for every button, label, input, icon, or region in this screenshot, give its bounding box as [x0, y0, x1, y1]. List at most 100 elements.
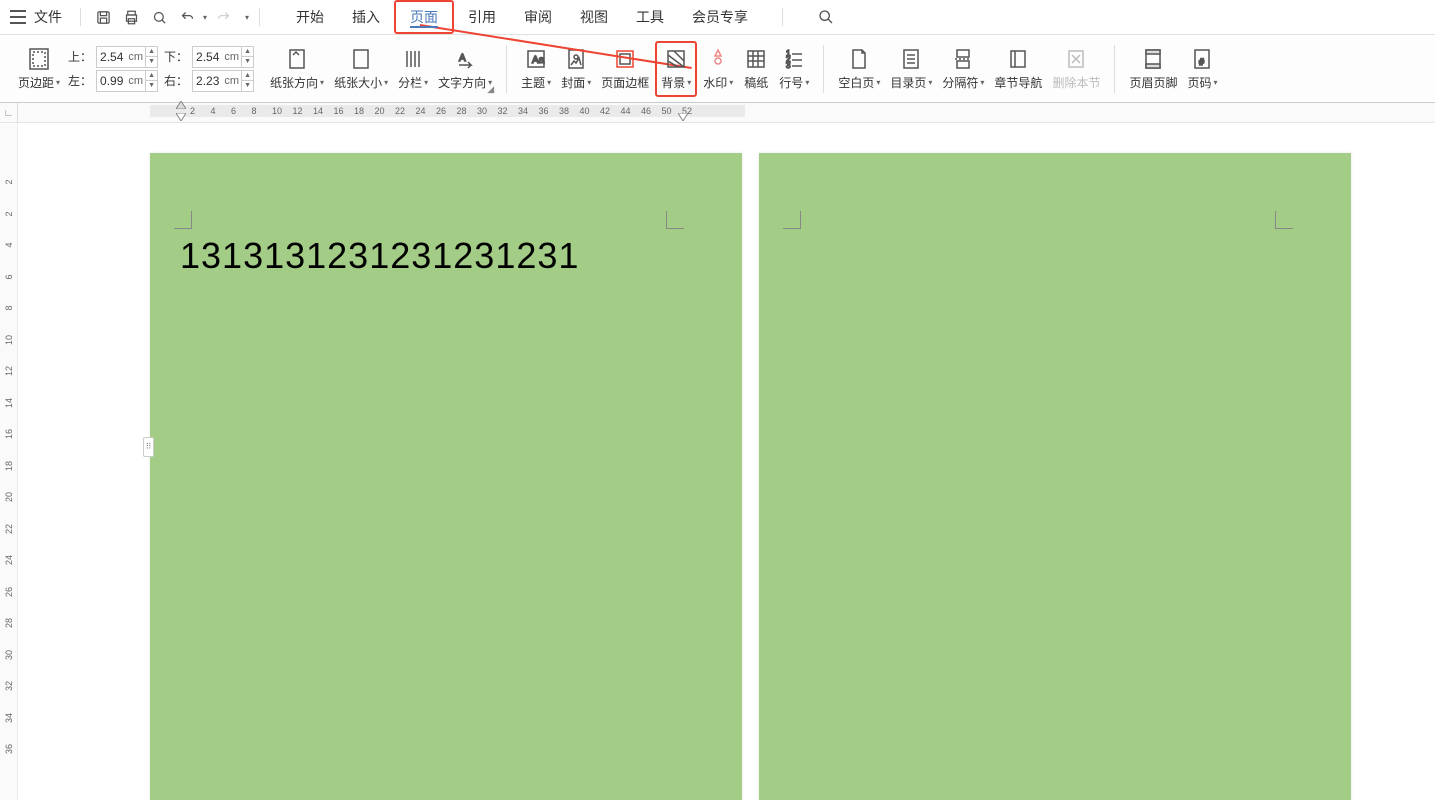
menu-tabs: 开始 插入 页面 引用 审阅 视图 工具 会员专享	[282, 0, 762, 34]
title-bar: 文件 ▾ ▾ 开始 插入 页面 引用 审阅 视图 工具 会员专享	[0, 0, 1435, 35]
manuscript-button[interactable]: 稿纸	[739, 41, 773, 97]
svg-text:#: #	[1199, 57, 1204, 67]
qat-customize[interactable]: ▾	[245, 13, 249, 22]
ruler-corner: ∟	[0, 103, 18, 123]
ruler-tick: 14	[313, 106, 323, 116]
tab-review[interactable]: 审阅	[510, 0, 566, 34]
undo-icon[interactable]	[177, 7, 197, 27]
document-canvas[interactable]: ⠿ 1313131231231231231	[18, 123, 1435, 800]
horizontal-ruler[interactable]: 2468101214161820222426283032343638404244…	[150, 103, 1435, 122]
margin-corner-icon	[783, 211, 801, 229]
header-footer-button[interactable]: 页眉页脚	[1125, 41, 1181, 97]
blank-page-button[interactable]: 空白页▾	[834, 41, 884, 97]
ruler-tick: 22	[395, 106, 405, 116]
tab-insert[interactable]: 插入	[338, 0, 394, 34]
first-line-indent-marker[interactable]	[176, 101, 186, 109]
columns-button[interactable]: 分栏▾	[394, 41, 432, 97]
paper-size-button[interactable]: 纸张大小▾	[330, 41, 392, 97]
tab-start[interactable]: 开始	[282, 0, 338, 34]
page-1[interactable]: ⠿ 1313131231231231231	[150, 153, 742, 800]
ruler-tick: 4	[211, 106, 216, 116]
page-number-button[interactable]: # 页码▾	[1183, 41, 1221, 97]
tab-member[interactable]: 会员专享	[678, 0, 762, 34]
margin-bottom-input[interactable]: 2.54cm ▲▼	[192, 46, 254, 68]
margin-left-input[interactable]: 0.99cm ▲▼	[96, 70, 158, 92]
separator	[80, 8, 81, 26]
save-icon[interactable]	[93, 7, 113, 27]
redo-icon[interactable]	[213, 7, 233, 27]
left-indent-marker[interactable]	[176, 113, 186, 121]
watermark-button[interactable]: 水印▾	[699, 41, 737, 97]
toc-page-button[interactable]: 目录页▾	[886, 41, 936, 97]
orientation-button[interactable]: 纸张方向▾	[266, 41, 328, 97]
chapter-nav-button[interactable]: 章节导航	[990, 41, 1046, 97]
ruler-tick: 42	[600, 106, 610, 116]
ruler-tick: 4	[4, 239, 14, 251]
ruler-tick: 26	[436, 106, 446, 116]
ribbon: 页边距▾ 上： 2.54cm ▲▼ 下： 2.54cm ▲▼ 左： 0.99cm	[0, 35, 1435, 103]
ruler-tick: 6	[4, 271, 14, 283]
print-icon[interactable]	[121, 7, 141, 27]
margin-top-label: 上：	[66, 48, 92, 65]
ruler-tick: 2	[190, 106, 195, 116]
ruler-tick: 38	[559, 106, 569, 116]
undo-dropdown[interactable]: ▾	[203, 13, 207, 22]
delete-section-button: 删除本节	[1048, 41, 1104, 97]
separator	[1114, 45, 1115, 93]
ruler-tick: 32	[4, 680, 14, 692]
tab-reference[interactable]: 引用	[454, 0, 510, 34]
right-indent-marker[interactable]	[678, 113, 688, 121]
margin-top-input[interactable]: 2.54cm ▲▼	[96, 46, 158, 68]
ruler-tick: 20	[375, 106, 385, 116]
theme-button[interactable]: Aa 主题▾	[517, 41, 555, 97]
ruler-tick: 2	[4, 208, 14, 220]
page-side-handle[interactable]: ⠿	[143, 437, 154, 457]
tab-tools[interactable]: 工具	[622, 0, 678, 34]
separator	[782, 8, 783, 26]
vertical-ruler[interactable]: 224681012141618202224262830323436	[0, 123, 18, 800]
separator-button[interactable]: 分隔符▾	[938, 41, 988, 97]
margin-right-label: 右：	[162, 72, 188, 89]
page-border-button[interactable]: 页面边框	[597, 41, 653, 97]
svg-text:3: 3	[786, 61, 791, 70]
margin-right-input[interactable]: 2.23cm ▲▼	[192, 70, 254, 92]
ruler-tick: 18	[4, 460, 14, 472]
ruler-tick: 10	[272, 106, 282, 116]
dialog-launcher-icon[interactable]: ◢	[487, 84, 494, 95]
menu-icon[interactable]	[10, 10, 26, 24]
margin-bottom-label: 下：	[162, 48, 188, 65]
separator	[823, 45, 824, 93]
margin-corner-icon	[666, 211, 684, 229]
background-button[interactable]: 背景▾	[655, 41, 697, 97]
ruler-tick: 12	[4, 365, 14, 377]
line-number-button[interactable]: 123 行号▾	[775, 41, 813, 97]
ruler-tick: 28	[4, 617, 14, 629]
work-area: 224681012141618202224262830323436 ⠿ 1313…	[0, 123, 1435, 800]
ruler-tick: 30	[4, 649, 14, 661]
file-menu[interactable]: 文件	[34, 7, 62, 27]
ruler-tick: 30	[477, 106, 487, 116]
ruler-tick: 14	[4, 397, 14, 409]
ruler-tick: 24	[416, 106, 426, 116]
search-icon[interactable]	[813, 4, 839, 30]
page-margin-button[interactable]: 页边距▾	[14, 41, 64, 97]
ruler-tick: 46	[641, 106, 651, 116]
document-text[interactable]: 1313131231231231231	[180, 235, 579, 277]
preview-icon[interactable]	[149, 7, 169, 27]
margins-group: 页边距▾ 上： 2.54cm ▲▼ 下： 2.54cm ▲▼ 左： 0.99cm	[8, 41, 260, 97]
page-2[interactable]	[759, 153, 1351, 800]
ruler-tick: 50	[662, 106, 672, 116]
ruler-tick: 44	[621, 106, 631, 116]
ruler-tick: 8	[252, 106, 257, 116]
ruler-tick: 20	[4, 491, 14, 503]
ruler-tick: 26	[4, 586, 14, 598]
margin-corner-icon	[174, 211, 192, 229]
ruler-tick: 36	[539, 106, 549, 116]
tab-view[interactable]: 视图	[566, 0, 622, 34]
ruler-tick: 36	[4, 743, 14, 755]
ruler-tick: 24	[4, 554, 14, 566]
ruler-tick: 16	[4, 428, 14, 440]
ruler-tick: 32	[498, 106, 508, 116]
tab-page[interactable]: 页面	[394, 0, 454, 34]
ruler-tick: 10	[4, 334, 14, 346]
